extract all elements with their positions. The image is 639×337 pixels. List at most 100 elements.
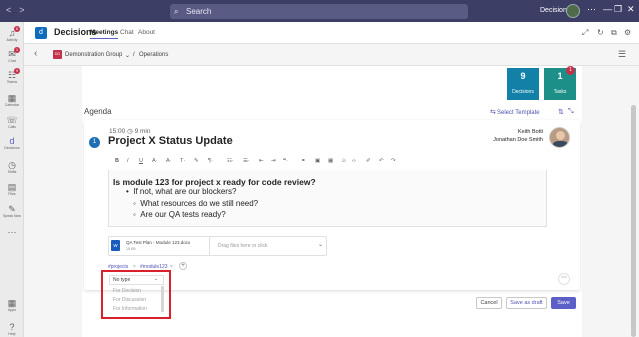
sidebar-item-shifts[interactable]: ◷ Shifts [0,160,24,175]
bullet-list-icon[interactable]: ☰· [243,158,250,164]
avatar[interactable] [549,127,570,148]
decisions-label: Decisions [512,89,534,95]
forward-arrow-icon[interactable]: > [19,5,24,15]
sidebar-item-files[interactable]: ▤ Files [0,182,24,197]
sidebar-item-decisions[interactable]: d Decisions [0,136,24,151]
bold-icon[interactable]: B [115,158,119,164]
minimize-icon[interactable]: — [603,4,612,14]
presenter-name: Jonathan Doe Smith [493,137,543,143]
template-icon: ⇆ [490,109,496,116]
font-size-icon[interactable]: A· [152,158,158,164]
sidebar-item-activity[interactable]: ♫ Activity 6 [0,26,24,43]
avatar-body-shape [552,141,569,147]
sidebar-item-label: Teams [6,80,18,84]
settings-icon[interactable]: ⚙ [624,28,631,37]
files-icon: ▤ [7,182,17,192]
sidebar-item-speak-now[interactable]: ✎ Speak Now [0,204,24,219]
refresh-icon[interactable]: ↻ [597,28,604,37]
emoji-icon[interactable]: ☺ [341,158,347,164]
numbered-list-icon[interactable]: ☷· [227,158,234,164]
save-draft-button[interactable]: Save as draft [506,297,547,309]
item-number: 1 [89,137,100,148]
indent-icon[interactable]: ⇥ [271,158,276,164]
font-family-icon[interactable]: T· [180,158,185,164]
search-placeholder: Search [186,7,212,16]
highlight-box [101,270,171,319]
sidebar-item-calls[interactable]: ☏ Calls [0,115,24,130]
text-color-icon[interactable]: A· [166,158,172,164]
paragraph-icon[interactable]: ¶· [208,158,213,164]
code-icon[interactable]: ‹› [352,158,356,164]
attachment-card[interactable] [108,236,224,256]
item-more-button[interactable]: ⋯ [558,273,570,285]
back-arrow-icon[interactable]: < [6,5,11,15]
duration[interactable]: 9 min [135,128,151,135]
breadcrumb: ‹ DG Demonstration Group ⌄ / Operations … [24,44,639,66]
sidebar-item-chat[interactable]: ✉ Chat 1 [0,47,24,64]
hamburger-menu-icon[interactable]: ☰ [618,49,626,60]
decisions-icon: d [9,136,15,146]
highlight-icon[interactable]: ✎ [194,158,199,164]
vertical-scrollbar[interactable] [631,105,636,337]
attachment-name[interactable]: QA Test Plan - Module 123.docx [126,240,190,245]
sort-icon[interactable]: ⇅ [558,108,564,116]
image-icon[interactable]: ▣ [315,158,320,164]
more-options-icon[interactable]: ⋯ [587,4,596,15]
sidebar-item-label: Chat [8,59,16,63]
brush-icon[interactable]: ✐ [366,158,371,164]
shifts-icon: ◷ [8,160,16,170]
table-icon[interactable]: ▦ [328,158,333,164]
sidebar-item-label: Apps [8,308,16,312]
tab-about[interactable]: About [138,29,155,36]
avatar[interactable] [566,4,580,18]
title-bar: < > ⌕ Search Decisions ⋯ — ❐ ✕ [0,0,639,22]
cancel-button[interactable]: Cancel [476,297,502,309]
quote-icon[interactable]: ❝· [283,158,288,164]
outdent-icon[interactable]: ⇤ [259,158,264,164]
chevron-down-icon[interactable]: ⌄ [318,241,323,248]
item-title[interactable]: Project X Status Update [108,135,233,147]
dropzone-text: Drag files here or click [218,243,268,249]
sidebar-item-apps[interactable]: ▦ Apps [0,298,24,313]
history-nav: < > [6,5,33,15]
back-icon[interactable]: ‹ [34,48,37,59]
decisions-app-icon: d [35,27,47,39]
popout-icon[interactable]: ⧉ [611,28,617,38]
undo-icon[interactable]: ↶ [379,158,384,164]
tab-meetings[interactable]: Meetings [90,29,119,39]
sidebar-item-calendar[interactable]: ▦ Calendar [0,93,24,108]
app-header: d Decisions Meetings Chat About ⤢ ↻ ⧉ ⚙ [24,22,639,44]
italic-icon[interactable]: I [127,158,129,164]
presenters: Keith Botti Jonathan Doe Smith [460,128,543,144]
presenter-name: Keith Botti [517,129,543,135]
redo-icon[interactable]: ↷ [391,158,396,164]
save-button[interactable]: Save [551,297,576,309]
notification-badge: 1 [14,47,20,53]
list-item: ◦ Are our QA tests ready? [133,210,226,219]
close-icon[interactable]: ✕ [627,4,635,15]
restore-icon[interactable]: ❐ [614,4,622,15]
teams-icon: ☷ [7,70,17,80]
sidebar-item-teams[interactable]: ☷ Teams 9 [0,68,24,85]
breadcrumb-section[interactable]: Operations [139,52,168,58]
breadcrumb-group[interactable]: Demonstration Group [65,52,122,58]
expand-all-icon[interactable]: ⤡ [568,108,574,116]
search-input[interactable]: ⌕ Search [170,4,468,19]
tasks-label: Tasks [553,89,567,95]
add-tag-button[interactable]: + [179,262,187,270]
list-item: ◦ What resources do we still need? [133,199,259,208]
link-icon[interactable]: ⚭ [301,158,306,164]
tab-chat[interactable]: Chat [120,29,134,36]
sidebar-item-label: Activity [6,38,18,42]
list-item-text: What resources do we still need? [140,199,259,208]
decisions-count: 9 [520,71,526,81]
sidebar-item-more[interactable]: ⋯ [0,227,24,237]
notification-badge: 6 [14,26,20,32]
select-template-link[interactable]: Select Template [497,110,540,116]
sidebar-item-help[interactable]: ? Help [0,322,24,337]
more-icon: ⋯ [7,227,17,237]
decisions-counter[interactable]: 9 Decisions [507,68,539,100]
underline-icon[interactable]: U [139,158,143,164]
chevron-down-icon[interactable]: ⌄ [125,52,130,59]
expand-icon[interactable]: ⤢ [582,28,588,38]
